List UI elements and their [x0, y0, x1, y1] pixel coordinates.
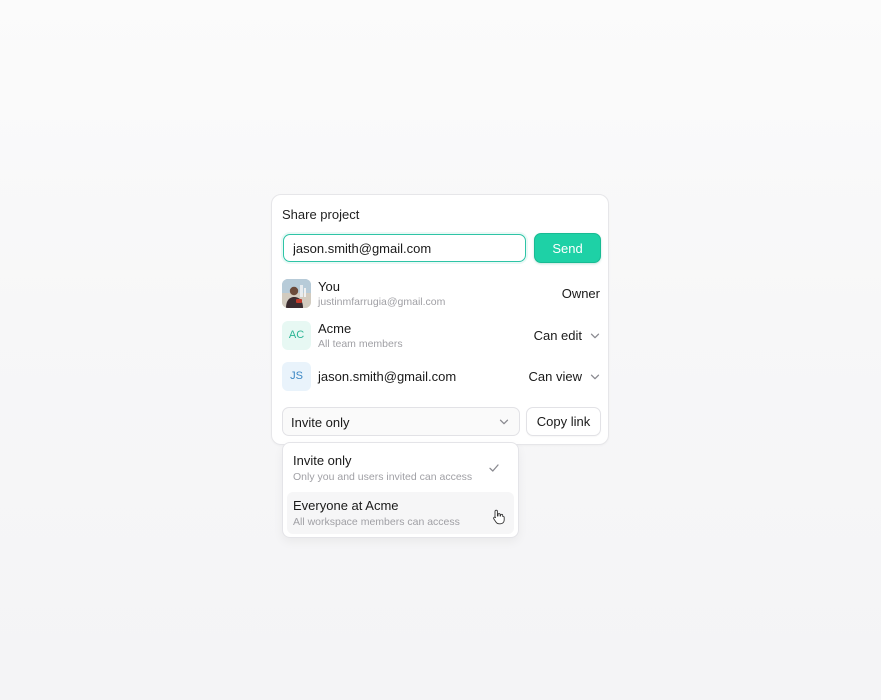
email-invite-input[interactable] [283, 234, 526, 262]
member-name: You [318, 279, 340, 294]
panel-title: Share project [282, 207, 360, 222]
chevron-down-icon [499, 419, 509, 425]
access-level-value: Invite only [291, 415, 350, 430]
member-row-you: You justinmfarrugia@gmail.com Owner [282, 279, 600, 309]
member-row-jason: JS jason.smith@gmail.com Can view [282, 362, 600, 392]
chevron-down-icon [590, 374, 600, 379]
option-description: Only you and users invited can access [293, 471, 473, 483]
member-role-dropdown[interactable]: Can view [529, 369, 600, 384]
share-project-panel: Share project Send You justinmfarrugia@g… [271, 194, 609, 445]
hand-pointer-cursor-icon [493, 509, 505, 525]
member-name: jason.smith@gmail.com [318, 369, 457, 384]
chevron-down-icon [590, 333, 600, 338]
role-label: Can view [528, 369, 582, 384]
access-level-dropdown-menu: Invite only Only you and users invited c… [282, 442, 519, 538]
access-level-select[interactable]: Invite only [282, 407, 520, 436]
member-name: Acme [318, 321, 352, 336]
option-title: Invite only [293, 453, 352, 468]
user-avatar-initials: JS [282, 362, 311, 391]
member-role-owner: Owner [562, 286, 600, 301]
dropdown-option-everyone-at-acme[interactable]: Everyone at Acme All workspace members c… [287, 492, 514, 534]
member-role-dropdown[interactable]: Can edit [534, 328, 600, 343]
user-avatar-photo [282, 279, 311, 308]
copy-link-button[interactable]: Copy link [526, 407, 601, 436]
checkmark-icon [489, 464, 499, 472]
option-title: Everyone at Acme [293, 498, 399, 513]
team-avatar: AC [282, 321, 311, 350]
member-row-acme: AC Acme All team members Can edit [282, 321, 600, 351]
member-email: justinmfarrugia@gmail.com [318, 296, 446, 308]
role-label: Can edit [533, 328, 582, 343]
send-button[interactable]: Send [534, 233, 601, 263]
member-subtitle: All team members [318, 338, 403, 350]
dropdown-option-invite-only[interactable]: Invite only Only you and users invited c… [287, 447, 514, 489]
role-label: Owner [561, 286, 600, 301]
option-description: All workspace members can access [293, 516, 460, 528]
